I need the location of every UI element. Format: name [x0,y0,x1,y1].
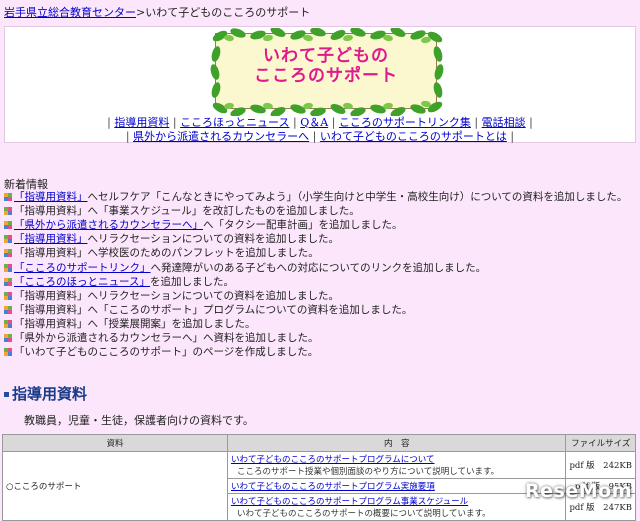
news-item-link[interactable]: 「県外から派遣されるカウンセラーへ」 [14,218,203,232]
breadcrumb-separator: > [136,6,146,19]
news-item-text: へリラクセーションについての資料を追加しました。 [87,233,339,246]
resource-link[interactable]: いわて子どものこころのサポートプログラムについて [231,455,435,465]
square-bullet-icon [4,392,9,397]
resource-description: こころのサポート授業や個別面談のやり方について説明しています。 [237,467,500,477]
colorful-bullet-icon [4,277,12,286]
resource-link[interactable]: いわて子どものこころのサポートプログラム事業スケジュール [231,497,468,507]
news-item: 「指導用資料」へリラクセーションについての資料を追加しました。 [4,289,627,303]
news-item: 「指導用資料」へリラクセーションについての資料を追加しました。 [4,232,627,246]
resource-link[interactable]: いわて子どものこころのサポートプログラム実施要項 [231,482,435,492]
section-title: 指導用資料 [4,383,87,404]
news-item-text: へ「タクシー配車計画」を追加しました。 [203,219,403,232]
news-item-link[interactable]: 「指導用資料」 [14,190,88,204]
colorful-bullet-icon [4,249,12,258]
news-item-text: へセルフケア「こんなときにやってみよう」（小学生向けと中学生・高校生向け）につい… [87,191,628,204]
section-title-text: 指導用資料 [12,385,88,403]
column-header-filesize: ファイルサイズ [565,434,636,452]
news-item-text: 「指導用資料」へ「事業スケジュール」を改訂したものを追加しました。 [14,205,360,218]
colorful-bullet-icon [4,291,12,300]
filesize-cell: pdf 版 242KB [565,451,636,479]
news-item: 「県外から派遣されるカウンセラーへ」 へ「タクシー配車計画」を追加しました。 [4,218,627,232]
news-item: 「いわて子どものこころのサポート」のページを作成しました。 [4,345,627,359]
header-panel: いわて子どもの こころのサポート | 指導用資料 | こころほっとニュース | … [4,26,636,143]
news-item-text: 「いわて子どものこころのサポート」のページを作成しました。 [14,346,319,359]
breadcrumb: 岩手県立総合教育センター>いわて子どものこころのサポート [4,4,310,20]
nav-link-counselor[interactable]: 県外から派遣されるカウンセラーへ [133,130,309,143]
colorful-bullet-icon [4,263,12,272]
column-header-resource: 資料 [2,434,228,452]
news-item: 「指導用資料」 へセルフケア「こんなときにやってみよう」（小学生向けと中学生・高校… [4,190,627,204]
table-row: ○こころのサポート いわて子どものこころのサポートプログラムについて こころのサ… [2,451,636,521]
news-item-text: を追加しました。 [149,275,234,288]
news-item: 「指導用資料」へ「こころのサポート」プログラムについての資料を追加しました。 [4,303,627,317]
colorful-bullet-icon [4,235,12,244]
colorful-bullet-icon [4,348,12,357]
content-cell: いわて子どものこころのサポートプログラム事業スケジュール いわて子どものこころの… [226,493,567,521]
news-item: 「こころのほっとニュース」 を追加しました。 [4,275,627,289]
colorful-bullet-icon [4,221,12,230]
resource-name-cell: ○こころのサポート [2,451,228,521]
section-description: 教職員，児童・生徒，保護者向けの資料です。 [24,414,254,427]
breadcrumb-home-link[interactable]: 岩手県立総合教育センター [4,6,136,19]
news-item: 「指導用資料」へ「事業スケジュール」を改訂したものを追加しました。 [4,204,627,218]
colorful-bullet-icon [4,333,12,342]
news-item-text: へ発達障がいのある子どもへの対応についてのリンクを追加しました。 [150,261,487,274]
news-item-text: 「指導用資料」へ「授業展開案」を追加しました。 [14,317,256,330]
news-item-text: 「指導用資料」へリラクセーションについての資料を追加しました。 [14,289,339,302]
watermark-logo: ReseMom [525,480,632,502]
news-item-text: 「県外から派遣されるカウンセラーへ」へ資料を追加しました。 [14,331,319,344]
content-cell: いわて子どものこころのサポートプログラム実施要項 [226,478,567,494]
news-item-text: 「指導用資料」へ「こころのサポート」プログラムについての資料を追加しました。 [14,303,413,316]
news-item-text: 「指導用資料」へ学校医のためのパンフレットを追加しました。 [14,247,319,260]
colorful-bullet-icon [4,193,12,202]
resource-table: 資料 内 容 ファイルサイズ ○こころのサポート いわて子どものこころのサポート… [2,434,636,521]
table-header-row: 資料 内 容 ファイルサイズ [2,434,636,452]
news-item-link[interactable]: 「指導用資料」 [14,232,88,246]
news-item: 「こころのサポートリンク」 へ発達障がいのある子どもへの対応についてのリンクを追加… [4,260,627,274]
column-header-content: 内 容 [226,434,567,452]
logo-title: いわて子どもの こころのサポート [216,46,436,86]
news-item-link[interactable]: 「こころのほっとニュース」 [14,275,150,289]
news-item: 「県外から派遣されるカウンセラーへ」へ資料を追加しました。 [4,331,627,345]
colorful-bullet-icon [4,319,12,328]
content-cell: いわて子どものこころのサポートプログラムについて こころのサポート授業や個別面談… [226,451,567,479]
news-list: 「指導用資料」 へセルフケア「こんなときにやってみよう」（小学生向けと中学生・高校… [4,190,627,359]
resource-description: いわて子どものこころのサポートの概要について説明しています。 [237,509,491,519]
news-item-link[interactable]: 「こころのサポートリンク」 [14,261,151,275]
nav-row-2: | 県外から派遣されるカウンセラーへ | いわて子どものこころのサポートとは | [125,130,515,143]
nav-link-about[interactable]: いわて子どものこころのサポートとは [320,130,507,143]
logo-line-2: こころのサポート [254,66,398,86]
site-logo[interactable]: いわて子どもの こころのサポート [210,28,444,116]
colorful-bullet-icon [4,207,12,216]
news-item: 「指導用資料」へ「授業展開案」を追加しました。 [4,317,627,331]
logo-line-1: いわて子どもの [263,46,389,66]
news-item: 「指導用資料」へ学校医のためのパンフレットを追加しました。 [4,246,627,260]
breadcrumb-current: いわて子どものこころのサポート [145,6,311,19]
colorful-bullet-icon [4,305,12,314]
